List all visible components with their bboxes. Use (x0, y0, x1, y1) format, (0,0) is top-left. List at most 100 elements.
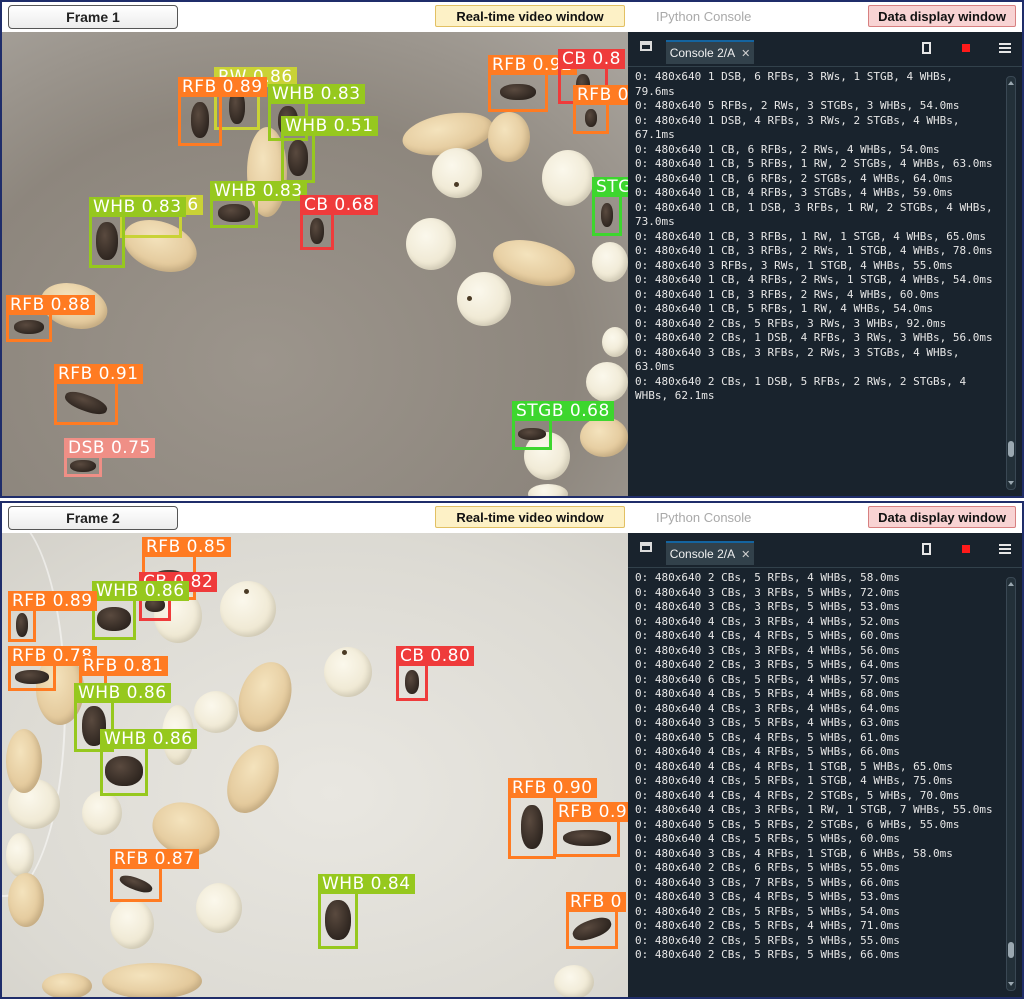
detection-box: STGB 0.68 (512, 401, 614, 450)
console-output: 0: 480x640 2 CBs, 5 RFBs, 4 WHBs, 58.0ms… (635, 571, 993, 961)
detection-label: WHB 0.83 (210, 181, 307, 201)
detection-label: WHB 0.84 (318, 874, 415, 894)
insect (521, 805, 543, 849)
video-window-tag: Real-time video window (435, 5, 625, 27)
detection-box: STG (592, 177, 628, 236)
detection-label: WHB 0.86 (100, 729, 197, 749)
scroll-up-icon[interactable] (1008, 81, 1014, 85)
scroll-up-icon[interactable] (1008, 582, 1014, 586)
seed-grain (432, 148, 482, 198)
detection-label: RFB 0.85 (142, 537, 231, 557)
detection-label: RFB 0.90 (508, 778, 597, 798)
stop-icon[interactable] (962, 545, 970, 553)
detection-label: STG (592, 177, 628, 197)
detection-label: WHB 0.86 (74, 683, 171, 703)
detection-label: CB 0.8 (558, 49, 625, 69)
seed-grain (220, 581, 276, 637)
frame-label: Frame 1 (8, 5, 178, 29)
insect (15, 670, 49, 684)
detection-box: RFB 0.90 (508, 778, 597, 859)
scroll-thumb[interactable] (1008, 441, 1014, 457)
seed-grain (82, 791, 122, 835)
wheat-grain (488, 112, 530, 162)
scroll-down-icon[interactable] (1008, 481, 1014, 485)
detection-box: RFB 0 (573, 85, 628, 134)
seed-grain (194, 691, 238, 733)
console-title: IPython Console (656, 9, 752, 24)
insect (218, 204, 250, 222)
seed-grain (110, 899, 154, 949)
console-title-bar: IPython Console Data display window (628, 2, 1022, 32)
console-title: IPython Console (656, 510, 752, 525)
detection-box: WHB 0.84 (318, 874, 415, 949)
frame-title-bar: Frame 1 Real-time video window (2, 2, 628, 32)
wheat-grain (6, 729, 42, 793)
detection-label: RFB 0.89 (8, 591, 97, 611)
tab-console[interactable]: Console 2/A ✕ (666, 541, 754, 565)
stop-icon[interactable] (962, 44, 970, 52)
detection-label: RFB 0 (573, 85, 628, 105)
insect (96, 222, 118, 260)
menu-icon[interactable] (999, 544, 1011, 554)
frame-title-bar: Frame 2 Real-time video window (2, 503, 628, 533)
insect (405, 670, 419, 694)
seed-grain (406, 218, 456, 270)
detection-box: RFB 0.88 (6, 295, 95, 342)
video-feed: RFB 0.85 CB 0.82 WHB 0.86 RFB 0.89 RFB 0… (2, 533, 628, 997)
undock-icon[interactable] (640, 542, 652, 552)
menu-icon[interactable] (999, 43, 1011, 53)
detection-box: RFB 0.89 (8, 591, 97, 642)
detection-box: RFB 0 (566, 892, 626, 949)
seed-grain (196, 883, 242, 933)
scroll-thumb[interactable] (1008, 942, 1014, 958)
insect (518, 428, 546, 440)
insect (97, 607, 131, 631)
tab-label: Console 2/A (669, 547, 736, 561)
detection-box: CB 0.80 (396, 646, 475, 701)
wheat-grain (102, 963, 202, 997)
undock-icon[interactable] (640, 41, 652, 51)
console-output: 0: 480x640 1 DSB, 6 RFBs, 3 RWs, 1 STGB,… (635, 70, 993, 402)
seed-grain (602, 327, 628, 357)
insect (601, 203, 613, 227)
detection-label: RFB 0 (566, 892, 626, 912)
insect (117, 872, 155, 896)
console-tab-bar: Console 2/A ✕ (628, 533, 1022, 568)
detection-label: WHB 0.83 (89, 197, 186, 217)
console-scrollbar[interactable] (1006, 577, 1016, 991)
scroll-down-icon[interactable] (1008, 982, 1014, 986)
seed-grain (586, 362, 628, 402)
detection-box: RFB 0.87 (110, 849, 199, 902)
video-feed: RFB 0.92 CB 0.8 RFB 0 RW 0.86 RFB 0.89 W… (2, 32, 628, 496)
detection-box: WHB 0.86 (100, 729, 197, 796)
data-window-tag: Data display window (868, 5, 1016, 27)
detection-box: RFB 0.92 (488, 55, 577, 112)
insect (14, 320, 44, 334)
close-icon[interactable]: ✕ (741, 548, 750, 561)
copy-icon[interactable] (919, 540, 931, 555)
wheat-grain (42, 973, 92, 997)
seed-grain (592, 242, 628, 282)
copy-icon[interactable] (919, 39, 931, 54)
detection-box: RFB 0.9 (554, 802, 628, 857)
frame-label: Frame 2 (8, 506, 178, 530)
wheat-grain (580, 417, 628, 457)
detection-label: WHB 0.86 (92, 581, 189, 601)
insect (325, 900, 351, 940)
detection-label: RFB 0.87 (110, 849, 199, 869)
close-icon[interactable]: ✕ (741, 47, 750, 60)
tab-label: Console 2/A (669, 46, 736, 60)
detection-label: DSB 0.75 (64, 438, 155, 458)
console-title-bar: IPython Console Data display window (628, 503, 1022, 533)
seed-grain (6, 833, 34, 877)
wheat-grain (8, 873, 44, 927)
seed-grain (457, 272, 511, 326)
detection-box: WHB 0.83 (210, 181, 307, 228)
detection-box: RFB 0.78 (8, 646, 97, 691)
seed-grain (528, 484, 568, 496)
insect (570, 913, 614, 945)
insect (585, 109, 597, 127)
console-scrollbar[interactable] (1006, 76, 1016, 490)
tab-console[interactable]: Console 2/A ✕ (666, 40, 754, 64)
detection-label: WHB 0.51 (281, 116, 378, 136)
